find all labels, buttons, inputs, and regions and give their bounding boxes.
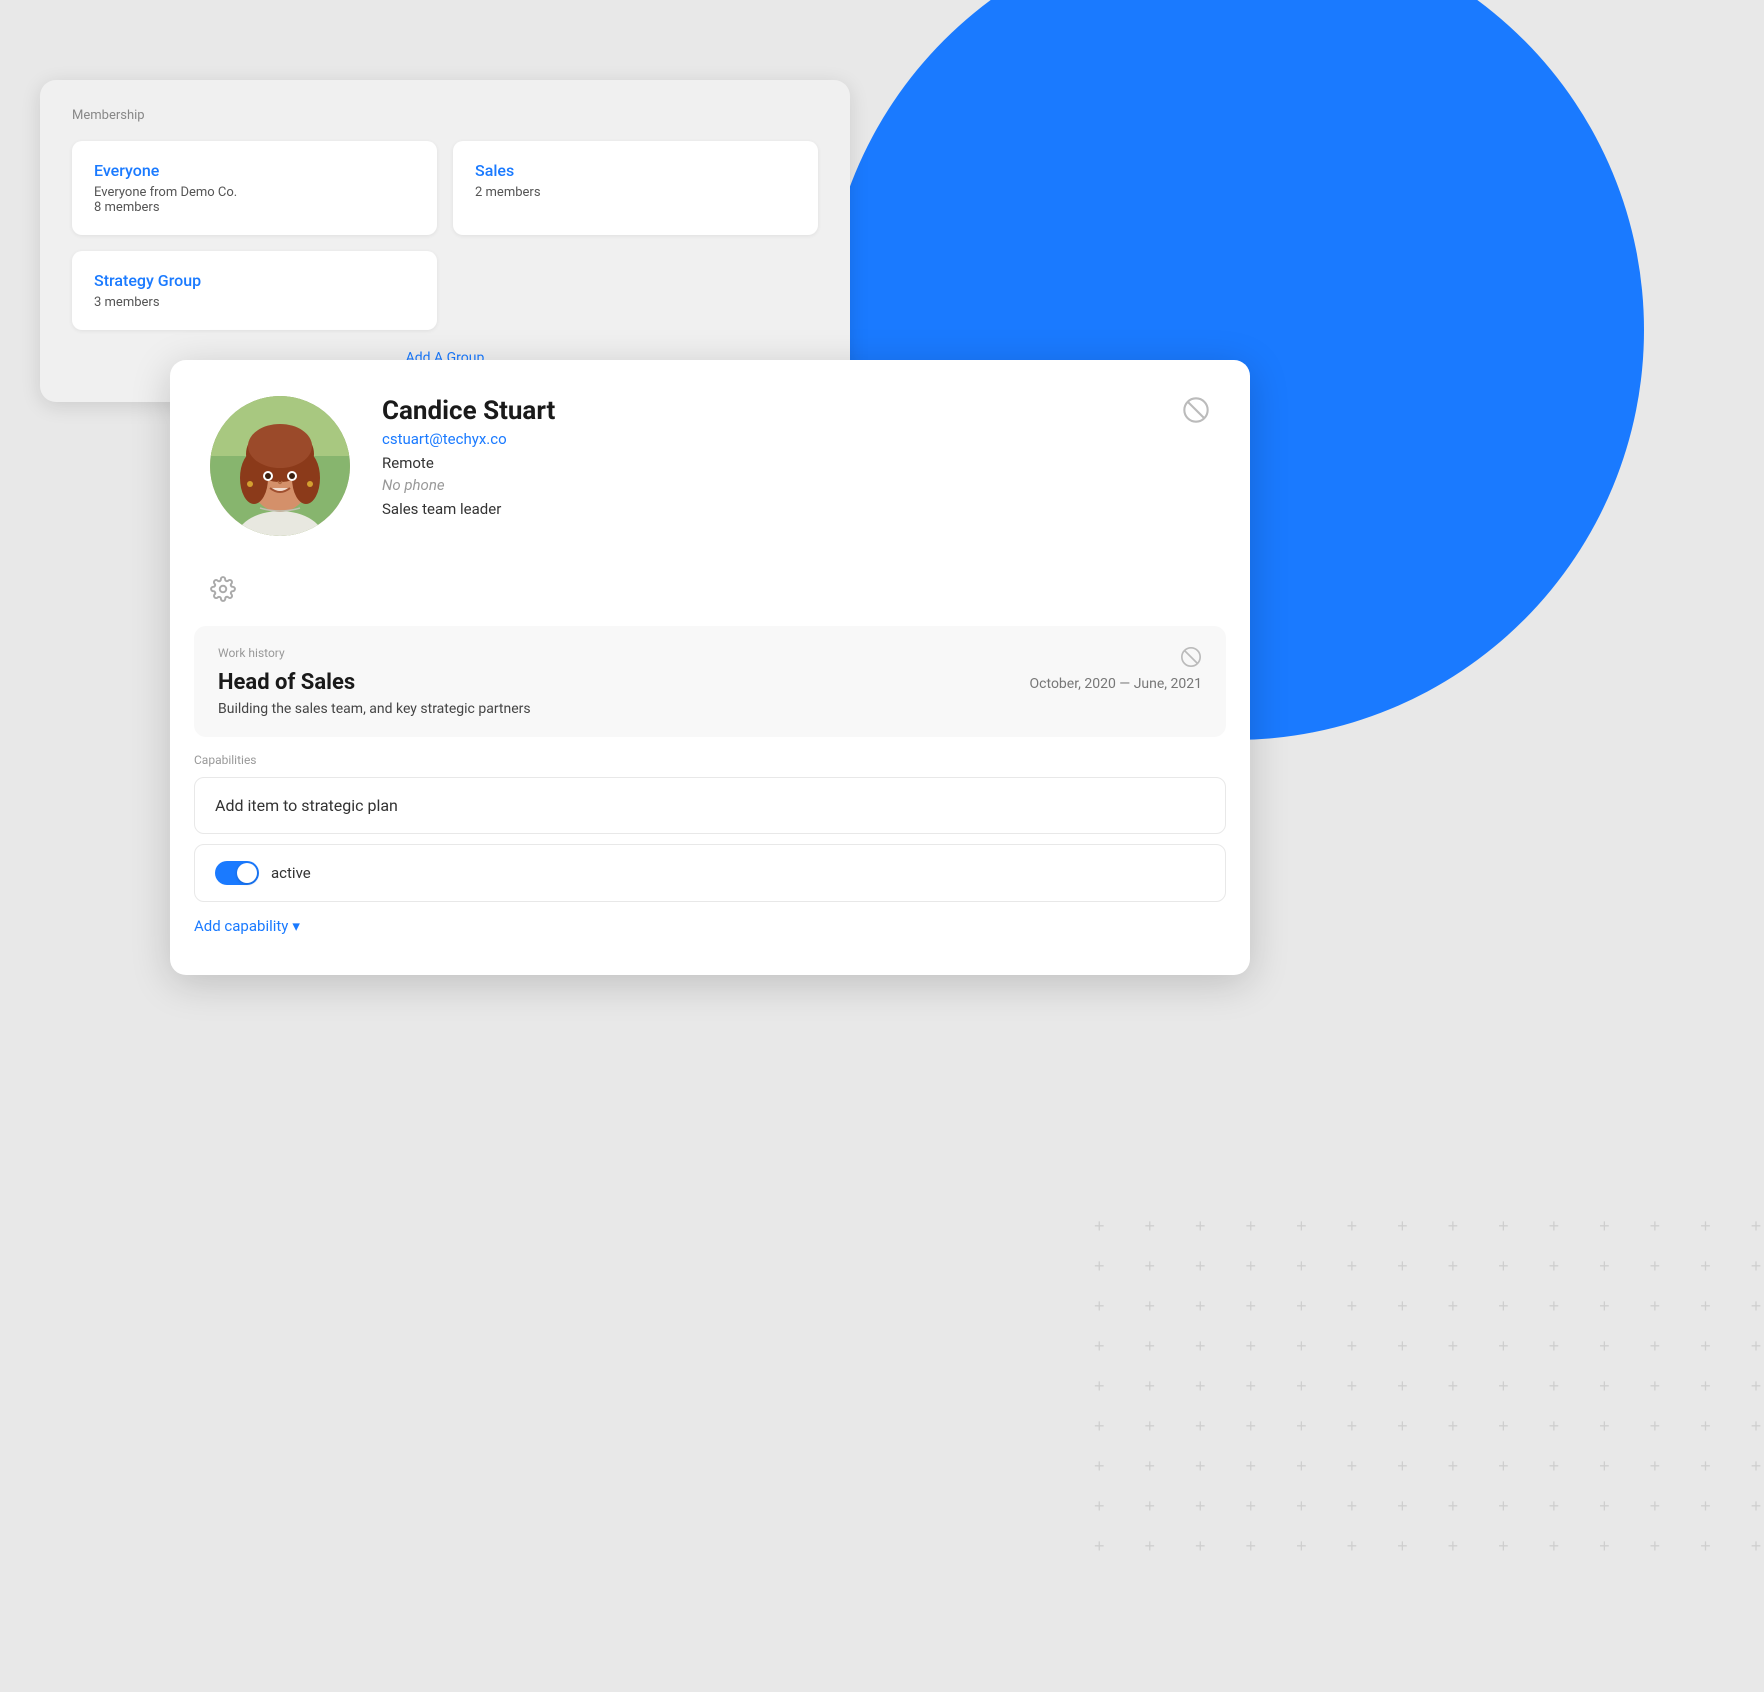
avatar — [210, 396, 350, 536]
group-card-members-strategy: 3 members — [94, 295, 415, 310]
group-card-sales[interactable]: Sales 2 members — [453, 141, 818, 235]
work-history-edit-icon[interactable] — [1180, 646, 1202, 672]
group-card-members-everyone: 8 members — [94, 200, 415, 215]
capabilities-label: Capabilities — [194, 753, 1226, 767]
work-description: Building the sales team, and key strateg… — [218, 701, 1202, 717]
work-dates: October, 2020 — June, 2021 — [1030, 676, 1202, 692]
membership-card: Membership Everyone Everyone from Demo C… — [40, 80, 850, 402]
settings-row — [170, 560, 1250, 626]
profile-phone: No phone — [382, 476, 1210, 494]
group-card-title-sales: Sales — [475, 161, 796, 180]
plus-pattern: /* generated in SVG */ ++++++++++++++++ … — [1064, 1192, 1764, 1692]
profile-info: Candice Stuart cstuart@techyx.co Remote … — [382, 396, 1210, 518]
group-card-members-sales: 2 members — [475, 185, 796, 200]
capability-toggle-row: active — [194, 844, 1226, 902]
toggle-label: active — [271, 864, 311, 882]
work-history-label: Work history — [218, 646, 1202, 660]
profile-header: Candice Stuart cstuart@techyx.co Remote … — [170, 360, 1250, 560]
group-card-strategy[interactable]: Strategy Group 3 members — [72, 251, 437, 330]
capability-item-text-0: Add item to strategic plan — [215, 796, 398, 815]
avatar-image — [210, 396, 350, 536]
profile-card: Candice Stuart cstuart@techyx.co Remote … — [170, 360, 1250, 975]
group-cards-grid: Everyone Everyone from Demo Co. 8 member… — [72, 141, 818, 330]
group-card-title-strategy: Strategy Group — [94, 271, 415, 290]
svg-text:++++++++++++++++ +++++++: ++++++++++++++++ ++++++++++++++++ ++++++… — [1094, 1192, 1764, 1556]
profile-email: cstuart@techyx.co — [382, 430, 1210, 448]
block-icon[interactable] — [1182, 396, 1210, 424]
add-capability-label: Add capability — [194, 917, 288, 935]
add-capability-button[interactable]: Add capability ▾ — [194, 917, 300, 935]
capabilities-section: Capabilities Add item to strategic plan … — [194, 753, 1226, 951]
active-toggle[interactable] — [215, 861, 259, 885]
work-job-title: Head of Sales — [218, 670, 355, 695]
group-card-everyone[interactable]: Everyone Everyone from Demo Co. 8 member… — [72, 141, 437, 235]
profile-role: Sales team leader — [382, 500, 1210, 518]
group-card-sub-everyone: Everyone from Demo Co. — [94, 185, 415, 200]
profile-name: Candice Stuart — [382, 396, 1210, 426]
group-card-title-everyone: Everyone — [94, 161, 415, 180]
work-history-section: Work history Head of Sales October, 2020… — [194, 626, 1226, 737]
toggle-thumb — [237, 863, 257, 883]
membership-label: Membership — [72, 108, 818, 123]
profile-location: Remote — [382, 454, 1210, 472]
capability-item-0[interactable]: Add item to strategic plan — [194, 777, 1226, 834]
add-capability-chevron: ▾ — [292, 917, 300, 935]
settings-icon[interactable] — [210, 576, 236, 606]
